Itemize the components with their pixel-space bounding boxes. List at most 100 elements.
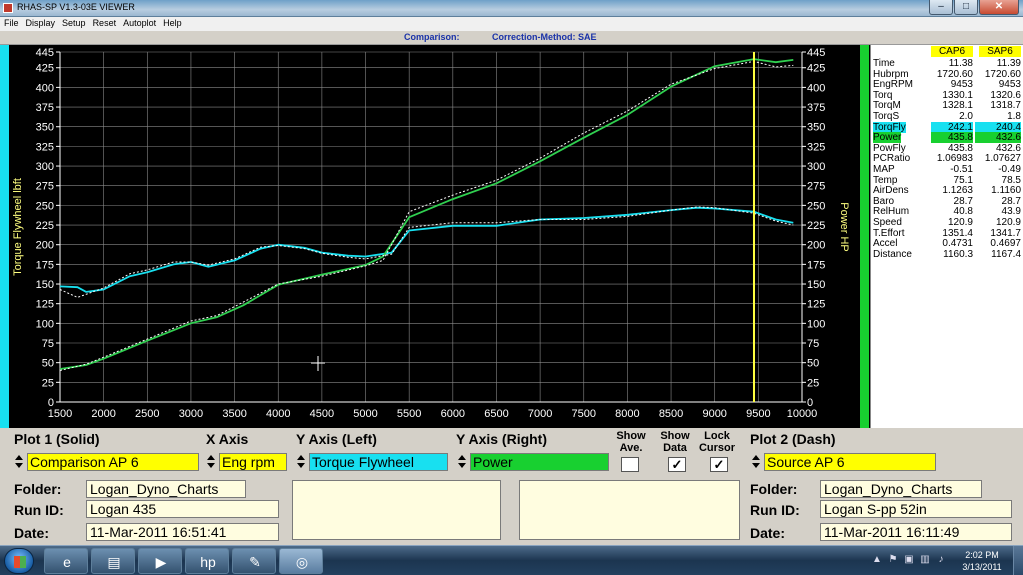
- menu-help[interactable]: Help: [159, 17, 185, 31]
- data-row-value: 1.1160: [991, 185, 1021, 197]
- y-left-tick-label: 350: [36, 122, 54, 134]
- menu-autoplot[interactable]: Autoplot: [119, 17, 159, 31]
- taskbar-clock[interactable]: 2:02 PM 3/13/2011: [957, 549, 1007, 573]
- taskbar-active-app-button[interactable]: ◎: [279, 548, 323, 574]
- menu-reset[interactable]: Reset: [89, 17, 120, 31]
- taskbar-notepad-button[interactable]: ✎: [232, 548, 276, 574]
- menu-display[interactable]: Display: [22, 17, 59, 31]
- x-axis-select[interactable]: Eng rpm: [219, 453, 287, 471]
- plot2-select[interactable]: Source AP 6: [764, 453, 936, 471]
- y-right-tick-label: 100: [807, 318, 825, 330]
- data-row-label: Temp: [873, 174, 898, 186]
- x-tick-label: 3000: [179, 408, 203, 420]
- x-tick-label: 4000: [266, 408, 290, 420]
- y-axis-right-label: Y Axis (Right): [456, 431, 548, 447]
- plot2-runid-field[interactable]: Logan S-pp 52in: [820, 500, 1012, 518]
- plot2-notes-box[interactable]: [519, 480, 740, 540]
- taskbar-hp-button[interactable]: hp: [185, 548, 229, 574]
- data-row-value: 9453: [998, 79, 1021, 91]
- dyno-chart[interactable]: 1500 2000 2500 3000 3500 4000 4500 5000 5500 6000…: [0, 45, 870, 428]
- plot1-label: Plot 1 (Solid): [14, 431, 100, 447]
- y-axis-left-select[interactable]: Torque Flywheel: [309, 453, 448, 471]
- y-right-tick-label: 425: [807, 63, 825, 75]
- clock-time: 2:02 PM: [965, 550, 999, 560]
- y-axis-right-select[interactable]: Power: [470, 453, 609, 471]
- y-left-tick-label: 250: [36, 200, 54, 212]
- correction-method-label: Correction-Method: SAE: [492, 32, 597, 42]
- taskbar-media-button[interactable]: ▶: [138, 548, 182, 574]
- tray-flag-icon[interactable]: ⚑: [887, 554, 899, 566]
- media-player-icon: ▶: [155, 554, 167, 570]
- data-row-value: 28.7: [953, 195, 973, 207]
- y-left-tick-label: 325: [36, 141, 54, 153]
- data-row-label: Torq: [873, 89, 893, 101]
- lock-cursor-label: Lock Cursor: [698, 430, 736, 454]
- menu-setup[interactable]: Setup: [58, 17, 89, 31]
- y-right-tick-label: 150: [807, 279, 825, 291]
- y-right-tick-label: 225: [807, 220, 825, 232]
- data-row-value: 1351.4: [942, 227, 973, 239]
- plot2-folder-field[interactable]: Logan_Dyno_Charts: [820, 480, 982, 498]
- lock-cursor-checkbox[interactable]: ✓: [710, 457, 728, 472]
- plot1-folder-field[interactable]: Logan_Dyno_Charts: [86, 480, 246, 498]
- explorer-icon: ▤: [107, 554, 121, 570]
- data-row-label: PCRatio: [873, 153, 911, 165]
- menu-file[interactable]: File: [0, 17, 22, 31]
- tray-monitor-icon[interactable]: ▣: [903, 554, 915, 566]
- plot1-date-field[interactable]: 11-Mar-2011 16:51:41: [86, 523, 279, 541]
- data-row-accel: Accel 0.4731 0.4697: [871, 238, 1023, 249]
- data-row-value: -0.51: [950, 164, 973, 175]
- data-row-airdens: AirDens 1.1263 1.1160: [871, 185, 1023, 196]
- data-row-label: TorqFly: [873, 121, 906, 133]
- y-axis-left-spinner[interactable]: [295, 453, 307, 471]
- data-row-value: 1341.7: [990, 227, 1021, 239]
- show-ave-checkbox[interactable]: [621, 457, 639, 472]
- plot1-date-label: Date:: [14, 525, 50, 541]
- comparison-label: Comparison:: [404, 32, 460, 42]
- data-row-label: Accel: [873, 238, 898, 250]
- menu-bar: File Display Setup Reset Autoplot Help: [0, 17, 1023, 31]
- maximize-button[interactable]: □: [954, 0, 978, 15]
- comparison-header: Comparison: Correction-Method: SAE: [0, 31, 1023, 45]
- taskbar-ie-button[interactable]: e: [44, 548, 88, 574]
- data-row-value: 120.9: [947, 217, 973, 228]
- x-tick-label: 3500: [222, 408, 246, 420]
- y-left-tick-label: 200: [36, 240, 54, 252]
- data-col2-header: SAP6: [979, 46, 1021, 57]
- data-row-value: 0.4731: [942, 238, 973, 250]
- x-tick-label: 6500: [484, 408, 508, 420]
- data-panel: CAP6 SAP6 Time 11.38 11.39 Hubrpm 1720.60 172…: [870, 45, 1023, 428]
- data-row-value: 2.0: [959, 111, 973, 122]
- x-tick-label: 2500: [135, 408, 159, 420]
- data-row-label: AirDens: [873, 185, 909, 197]
- plot1-runid-field[interactable]: Logan 435: [86, 500, 279, 518]
- y-left-tick-label: 100: [36, 318, 54, 330]
- taskbar-explorer-button[interactable]: ▤: [91, 548, 135, 574]
- plot1-select[interactable]: Comparison AP 6: [27, 453, 199, 471]
- data-row-value: 240.4: [975, 121, 1021, 133]
- plot2-spinner[interactable]: [750, 453, 762, 471]
- minimize-button[interactable]: –: [929, 0, 953, 15]
- plot1-spinner[interactable]: [13, 453, 25, 471]
- tray-expand-icon[interactable]: ▲: [871, 554, 883, 566]
- plot1-notes-box[interactable]: [292, 480, 501, 540]
- show-data-checkbox[interactable]: ✓: [668, 457, 686, 472]
- show-desktop-button[interactable]: [1013, 546, 1023, 575]
- y-right-tick-label: 400: [807, 82, 825, 94]
- y-right-tick-label: 350: [807, 122, 825, 134]
- start-button[interactable]: [4, 548, 34, 574]
- x-axis-spinner[interactable]: [205, 453, 217, 471]
- y-axis-right-spinner[interactable]: [456, 453, 468, 471]
- title-bar: RHAS-SP V1.3-03E VIEWER – □ ✕: [0, 0, 1023, 17]
- tray-network-icon[interactable]: ▥: [919, 554, 931, 566]
- x-tick-label: 4500: [310, 408, 334, 420]
- y-right-tick-label: 375: [807, 102, 825, 114]
- series-line-torque-flywheel: [59, 206, 794, 293]
- plot2-date-field[interactable]: 11-Mar-2011 16:11:49: [820, 523, 1012, 541]
- y-left-tick-label: 225: [36, 220, 54, 232]
- y-left-tick-label: 75: [42, 338, 54, 350]
- tray-volume-icon[interactable]: ♪: [935, 554, 947, 566]
- app-icon: [3, 3, 13, 13]
- close-button[interactable]: ✕: [979, 0, 1019, 15]
- data-row-map: MAP -0.51 -0.49: [871, 164, 1023, 175]
